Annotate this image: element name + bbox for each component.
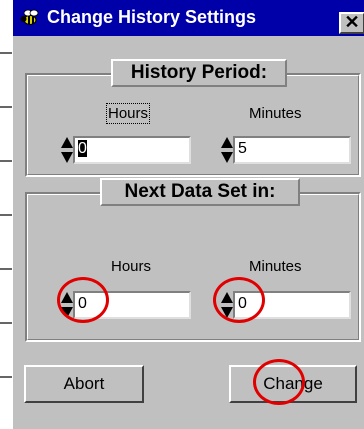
bee-app-icon — [20, 9, 39, 25]
history-hours-input[interactable]: 0 — [73, 136, 191, 164]
history-minutes-input[interactable]: 5 — [233, 136, 351, 164]
history-period-group: History Period: Hours Minutes 0 5 — [25, 59, 361, 177]
next-data-set-group: Next Data Set in: Hours Minutes 0 0 — [25, 178, 361, 342]
change-button[interactable]: Change — [229, 365, 357, 403]
history-hours-label: Hours — [105, 103, 151, 124]
next-minutes-label: Minutes — [249, 258, 302, 275]
history-hours-spinner[interactable] — [61, 137, 73, 163]
next-minutes-input[interactable]: 0 — [233, 291, 351, 319]
next-minutes-spinner[interactable] — [221, 292, 233, 318]
title-bar[interactable]: Change History Settings ✕ — [13, 0, 364, 36]
history-period-title: History Period: — [111, 59, 287, 87]
close-button[interactable]: ✕ — [339, 12, 364, 34]
next-hours-input[interactable]: 0 — [73, 291, 191, 319]
history-minutes-label: Minutes — [249, 105, 302, 122]
background-window-edge — [0, 0, 12, 429]
change-history-settings-dialog: Change History Settings ✕ History Period… — [12, 0, 364, 429]
next-hours-label: Hours — [111, 258, 152, 275]
history-minutes-spinner[interactable] — [221, 137, 233, 163]
abort-button[interactable]: Abort — [24, 365, 144, 403]
next-hours-spinner[interactable] — [61, 292, 73, 318]
next-data-set-title: Next Data Set in: — [100, 178, 300, 206]
window-title: Change History Settings — [47, 7, 257, 27]
